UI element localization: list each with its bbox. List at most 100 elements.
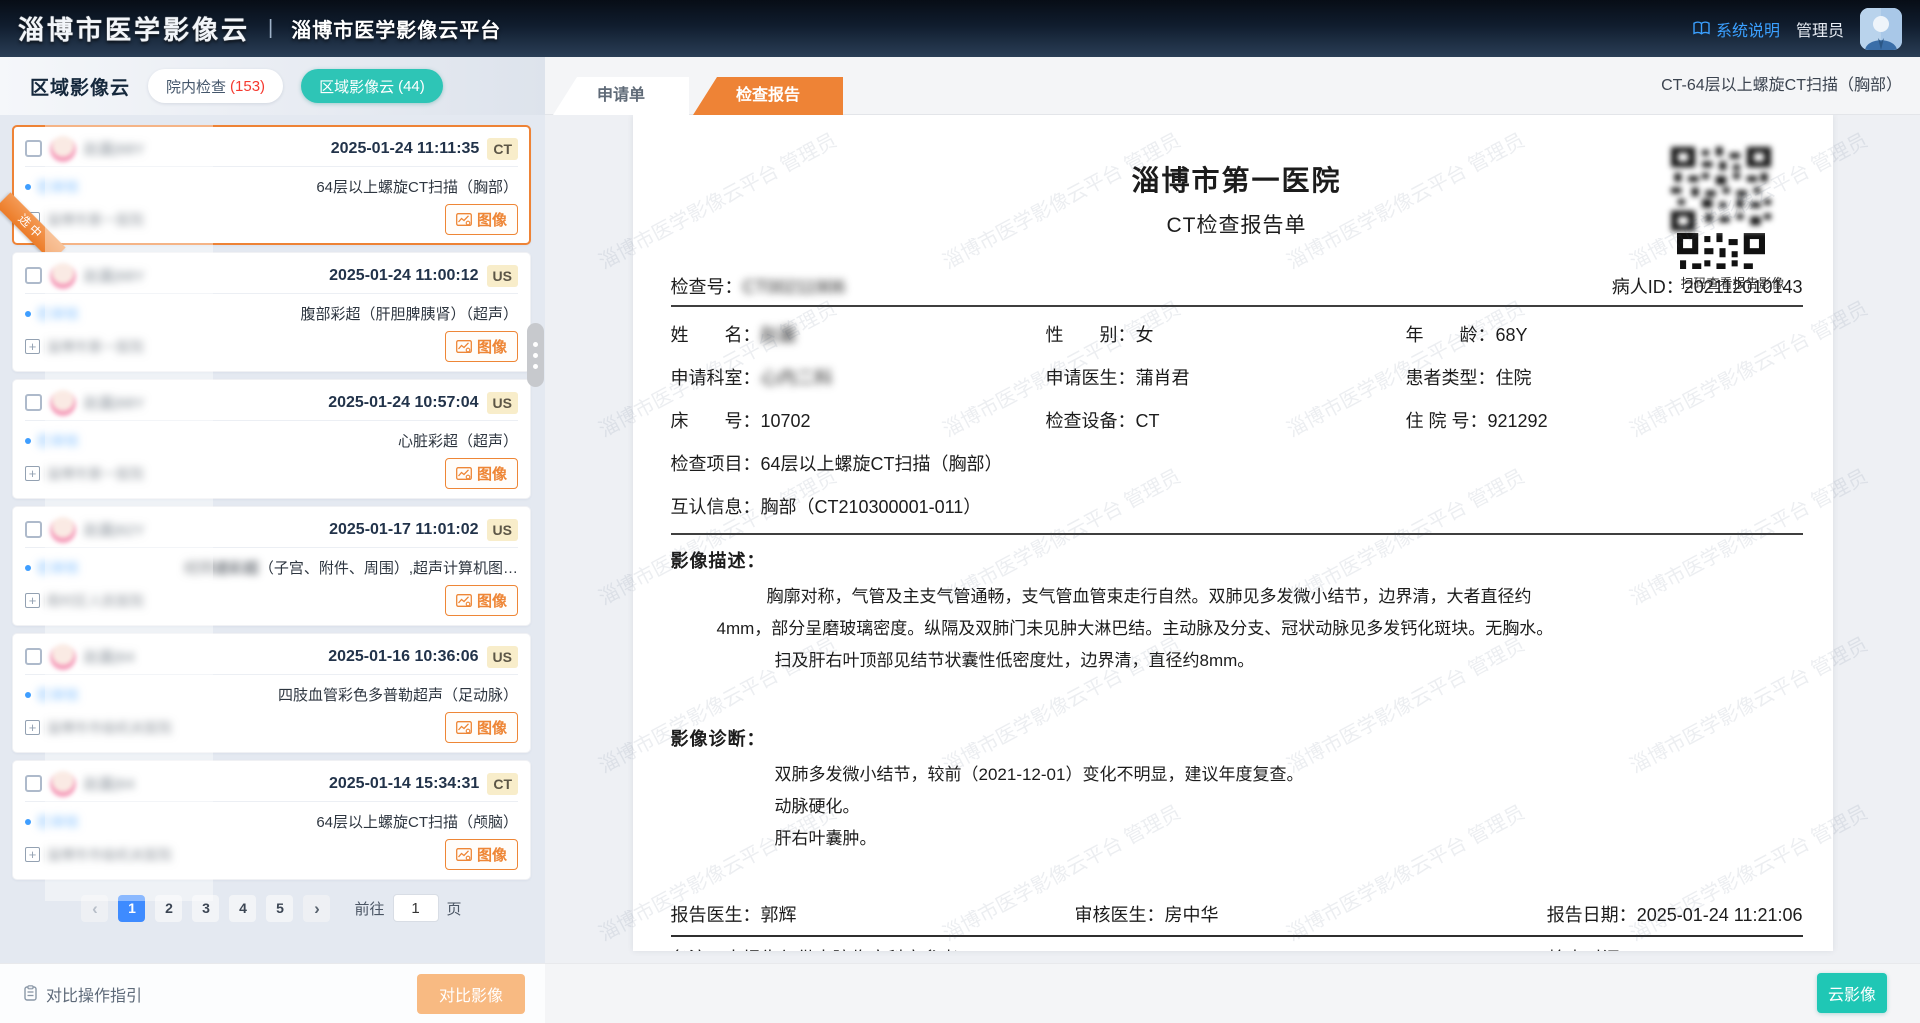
expand-icon[interactable]: + [25,593,40,608]
exam-card[interactable]: 赵嘉|62Y 2025-01-17 11:01:02 US 已审核 经阴道彩超（… [12,506,531,626]
prev-page-button[interactable]: ‹ [81,895,108,922]
image-icon [456,340,472,353]
card-row-hospital: + 淄博市市级机关医院 图像 [25,712,518,743]
sidebar-collapse-handle[interactable] [527,323,544,387]
report-doctors-row: 报告医生：郭辉 审核医生：房中华 报告日期：2025-01-24 11:21:0… [671,901,1803,937]
exam-time: 2025-01-16 10:36:06 [328,648,478,666]
image-button[interactable]: 图像 [445,458,518,489]
compare-guide-link[interactable]: 对比操作指引 [46,982,142,1006]
field-request-doctor: 申请医生：蒲肖君 [1046,364,1406,390]
hospital-name: 淄博市市级机关医院 [46,718,172,738]
image-button[interactable]: 图像 [445,331,518,362]
exam-card[interactable]: 赵嘉|68Y 2025-01-24 11:11:35 CT 已审核 64层以上螺… [12,125,531,245]
exam-list-sidebar: 赵嘉|68Y 2025-01-24 11:11:35 CT 已审核 64层以上螺… [0,115,545,963]
status-text: 已审核 [37,685,79,705]
diagnosis-label: 影像诊断： [671,725,1803,751]
expand-icon[interactable]: + [25,847,40,862]
report-hospital-title: 淄博市第一医院 [671,159,1803,199]
status-dot [25,311,31,317]
card-checkbox[interactable] [25,648,42,665]
exam-number: 检查号：CT00211906 [671,273,846,299]
field-exam-item: 检查项目：64层以上螺旋CT扫描（胸部） [671,450,1803,476]
status-dot [25,438,31,444]
patient-name: 赵嘉|62Y [84,519,145,540]
user-avatar[interactable] [1860,8,1902,50]
image-button[interactable]: 图像 [445,712,518,743]
field-patient-type: 患者类型：住院 [1406,364,1803,390]
exam-card[interactable]: 赵嘉|68Y 2025-01-24 11:00:12 US 已审核 腹部彩超（肝… [12,252,531,372]
exam-card[interactable]: 赵嘉|64 2025-01-14 15:34:31 CT 已审核 64层以上螺旋… [12,760,531,880]
field-bed-number: 床 号：10702 [671,407,1046,433]
exam-name: 四肢血管彩色多普勒超声（足动脉） [278,684,518,705]
card-checkbox[interactable] [25,394,42,411]
patient-name: 赵嘉|64 [84,646,135,667]
card-checkbox[interactable] [25,521,42,538]
patient-name: 赵嘉|68Y [84,265,145,286]
compare-images-button[interactable]: 对比影像 [417,974,525,1014]
card-row-status: 已审核 64层以上螺旋CT扫描（胸部） [25,176,518,197]
exam-name: 经阴道彩超（子宫、附件、周围）,超声计算机图… [184,557,518,578]
system-help-link[interactable]: 系统说明 [1693,17,1780,41]
card-row-status: 已审核 腹部彩超（肝胆脾胰肾）（超声） [25,303,518,324]
image-button[interactable]: 图像 [445,839,518,870]
card-row-status: 已审核 经阴道彩超（子宫、附件、周围）,超声计算机图… [25,557,518,578]
card-checkbox[interactable] [25,775,42,792]
tab-hospital-exams[interactable]: 院内检查 (153) [148,69,283,103]
page-button-1[interactable]: 1 [118,895,145,922]
expand-icon[interactable]: + [25,466,40,481]
card-row-hospital: + 淄博市第一医院 图像 [25,458,518,489]
card-checkbox[interactable] [25,267,42,284]
image-button-label: 图像 [477,463,507,484]
exam-time: 2025-01-24 11:00:12 [329,267,478,285]
image-button[interactable]: 图像 [445,585,518,616]
image-button-label: 图像 [477,209,507,230]
tab-application-form[interactable]: 申请单 [553,77,689,115]
goto-page-input[interactable] [393,894,439,922]
image-button[interactable]: 图像 [445,204,518,235]
expand-icon[interactable]: + [25,720,40,735]
card-checkbox[interactable] [25,140,42,157]
exam-card[interactable]: 赵嘉|64 2025-01-16 10:36:06 US 已审核 四肢血管彩色多… [12,633,531,753]
image-icon [456,848,472,861]
page-button-5[interactable]: 5 [266,895,293,922]
description-text: 胸廓对称，气管及主支气管通畅，支气管血管束走行自然。双肺见多发微小结节，边界清，… [671,581,1803,677]
header-actions: 系统说明 管理员 [1693,8,1902,50]
card-row-hospital: + 周村区人民医院 图像 [25,585,518,616]
card-row-top: 赵嘉|64 2025-01-14 15:34:31 CT [25,768,518,802]
qr-block: 扫码查看报告影像 [1635,147,1785,292]
field-age: 年 龄：68Y [1406,321,1803,347]
status-dot [25,692,31,698]
goto-label: 前往 [354,898,384,919]
card-row-top: 赵嘉|62Y 2025-01-17 11:01:02 US [25,514,518,548]
bottom-bar-right: 云影像 [545,963,1920,1023]
tab-regional-cloud[interactable]: 区域影像云 (44) [301,69,443,103]
field-admission-number: 住 院 号：921292 [1406,407,1803,433]
cloud-image-button[interactable]: 云影像 [1817,973,1887,1013]
exam-time: 2025-01-24 10:57:04 [328,394,478,412]
card-row-status: 已审核 64层以上螺旋CT扫描（颅脑） [25,811,518,832]
qr-code-blurred [1671,147,1771,231]
image-icon [456,721,472,734]
patient-avatar [50,644,76,670]
exam-name: 64层以上螺旋CT扫描（胸部） [316,176,518,197]
image-button-label: 图像 [477,590,507,611]
status-text: 已审核 [37,431,79,451]
page-button-4[interactable]: 4 [229,895,256,922]
expand-icon[interactable]: + [25,339,40,354]
page-button-2[interactable]: 2 [155,895,182,922]
card-row-top: 赵嘉|68Y 2025-01-24 11:00:12 US [25,260,518,294]
card-row-hospital: + 淄博市第一医院 图像 [25,204,518,235]
status-dot [25,184,31,190]
username: 管理员 [1796,17,1844,41]
next-page-button[interactable]: › [303,895,330,922]
exam-card[interactable]: 赵嘉|68Y 2025-01-24 10:57:04 US 已审核 心脏彩超（超… [12,379,531,499]
report-panel: 淄博市第一医院 CT检查报告单 [545,115,1920,963]
field-device: 检查设备：CT [1046,407,1406,433]
remark-row: 备注：本报告仅供本院临床科室参考 检查时间：2025-01-24 11:11:3… [671,945,1803,951]
tab-exam-report[interactable]: 检查报告 [693,77,843,115]
modality-badge: US [487,646,518,668]
help-label: 系统说明 [1716,17,1780,41]
tab-hospital-exams-label: 院内检查 [166,76,226,97]
page-button-3[interactable]: 3 [192,895,219,922]
goto-page: 前往 页 [354,894,461,922]
